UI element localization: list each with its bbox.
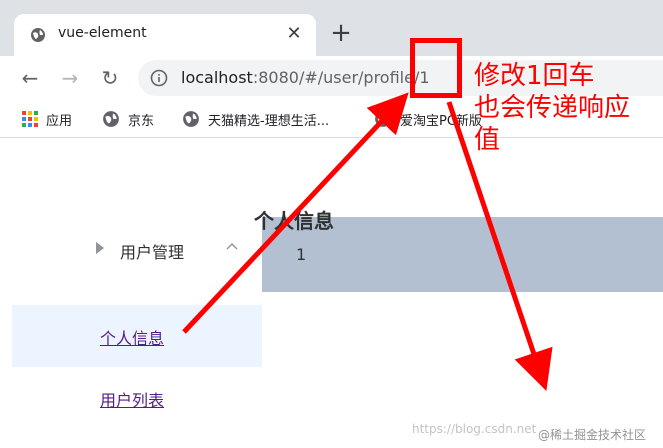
annotation-line: 值 — [474, 125, 501, 155]
address-path: :8080/#/user/profile/1 — [252, 68, 430, 87]
globe-icon — [31, 28, 45, 42]
new-tab-button[interactable]: + — [328, 20, 354, 46]
forward-button[interactable]: → — [56, 64, 84, 92]
submenu-user-management[interactable]: 用户管理 — [12, 235, 262, 263]
watermark-site: @稀土掘金技术社区 — [538, 428, 647, 442]
chevron-up-icon — [226, 243, 238, 250]
bookmark-tmall[interactable]: 天猫精选-理想生活... — [182, 109, 329, 129]
globe-icon — [183, 111, 199, 127]
tab-title: vue-element — [58, 25, 147, 41]
watermark-url: https://blog.csdn.net — [412, 422, 537, 436]
address-host: localhost — [181, 68, 253, 87]
submenu-label: 用户管理 — [120, 243, 185, 262]
bookmark-label: 应用 — [46, 113, 73, 129]
app-content: 用户管理 个人信息 用户列表 个人信息 1 — [0, 139, 663, 448]
bookmark-jd[interactable]: 京东 — [102, 109, 154, 129]
address-text[interactable]: localhost:8080/#/user/profile/1 — [181, 68, 430, 87]
apps-grid-icon — [22, 111, 38, 127]
annotation-line: 也会传递响应 — [474, 93, 631, 123]
sidebar-menu: 用户管理 个人信息 用户列表 — [12, 217, 262, 448]
user-id-value: 1 — [296, 245, 307, 264]
back-button[interactable]: ← — [16, 64, 44, 92]
info-icon[interactable] — [150, 69, 168, 87]
screenshot: vue-element ✕ + ← → ↻ localhost:8080/#/u… — [0, 0, 663, 448]
annotation-line: 修改1回车 — [474, 61, 595, 91]
page-title: 个人信息 — [254, 209, 334, 233]
sidebar-item-user-list[interactable]: 用户列表 — [12, 367, 262, 429]
bookmark-label: 天猫精选-理想生活... — [208, 113, 330, 129]
browser-tab-strip: vue-element ✕ + — [0, 0, 663, 56]
sidebar-item-label[interactable]: 用户列表 — [100, 387, 164, 411]
browser-tab[interactable]: vue-element ✕ — [14, 14, 316, 56]
caret-right-icon — [96, 242, 104, 254]
bookmark-label: 爱淘宝PC新版 — [400, 113, 482, 129]
sidebar-item-profile[interactable]: 个人信息 — [12, 305, 262, 367]
annotation-highlight-box — [410, 38, 462, 98]
sidebar-item-label[interactable]: 个人信息 — [100, 325, 164, 349]
bookmark-aitaobao[interactable]: 爱淘宝PC新版 — [374, 109, 482, 129]
globe-icon — [375, 111, 391, 127]
globe-icon — [103, 111, 119, 127]
reload-button[interactable]: ↻ — [96, 64, 124, 92]
close-icon[interactable]: ✕ — [285, 25, 303, 43]
bookmark-label: 京东 — [128, 113, 155, 129]
bookmark-apps[interactable]: 应用 — [22, 109, 72, 129]
annotation-note: 修改1回车 也会传递响应 值 — [474, 60, 663, 156]
